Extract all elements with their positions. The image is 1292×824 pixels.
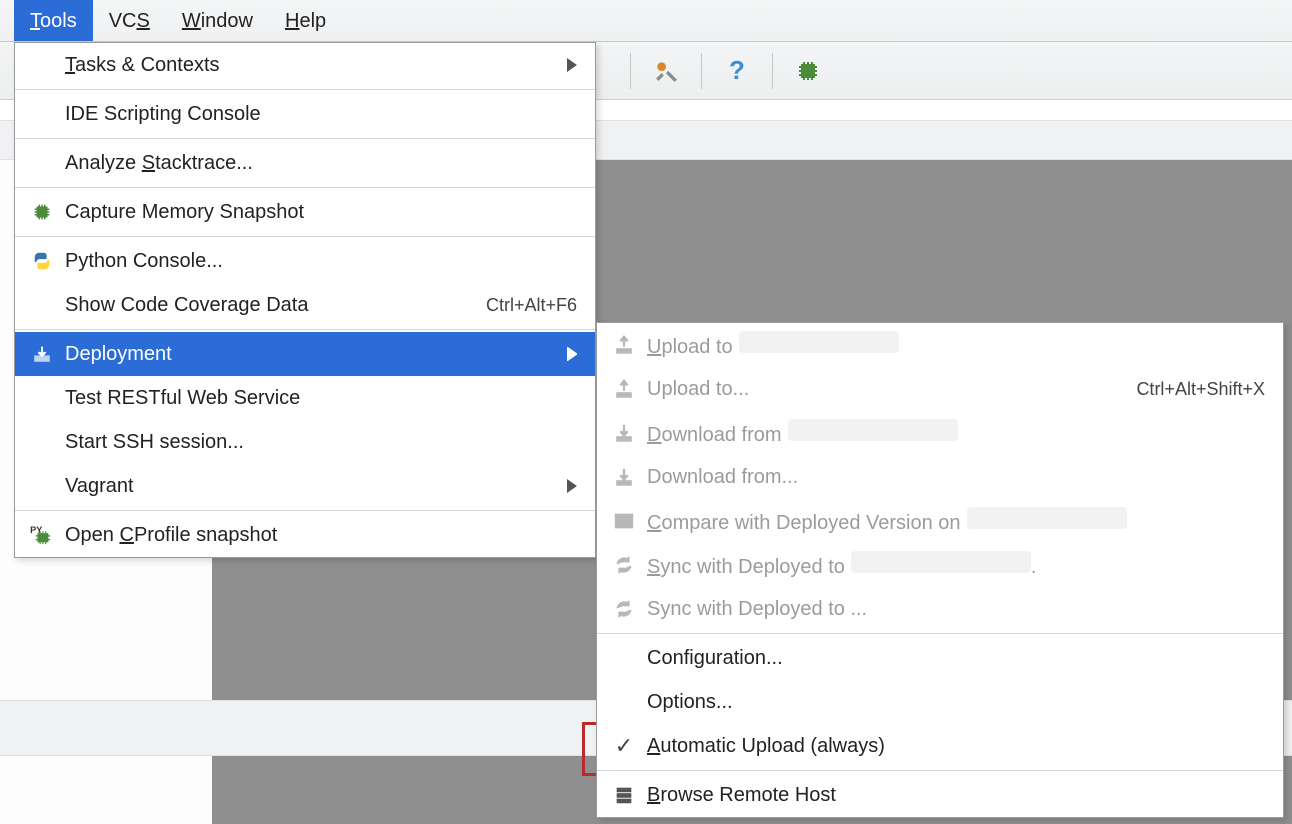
submenu-arrow-icon: [567, 479, 577, 493]
help-icon[interactable]: ?: [720, 54, 754, 88]
menu-download-from-default[interactable]: Download from: [597, 411, 1283, 455]
toolbar-separator: [701, 53, 702, 89]
download-icon: [607, 422, 641, 444]
svg-text:?: ?: [729, 57, 745, 85]
deployment-icon: [25, 343, 59, 365]
menu-separator: [15, 187, 595, 188]
submenu-arrow-icon: [567, 58, 577, 72]
menu-upload-to[interactable]: Upload to... Ctrl+Alt+Shift+X: [597, 367, 1283, 411]
menu-separator: [597, 770, 1283, 771]
menu-separator: [15, 329, 595, 330]
menu-separator: [597, 633, 1283, 634]
menubar-help[interactable]: Help: [269, 0, 342, 41]
deployment-submenu: Upload to Upload to... Ctrl+Alt+Shift+X …: [596, 322, 1284, 818]
menu-label: Capture Memory Snapshot: [65, 201, 577, 224]
menu-label: Sync with Deployed to ...: [647, 598, 1265, 621]
menu-tasks-contexts[interactable]: Tasks & Contexts: [15, 43, 595, 87]
toolbar-separator: [630, 53, 631, 89]
upload-icon: [607, 334, 641, 356]
menu-label: Deployment: [65, 343, 553, 366]
toolbar-separator: [772, 53, 773, 89]
menu-sync-deployed[interactable]: Sync with Deployed to ...: [597, 587, 1283, 631]
py-chip-icon: PY: [25, 524, 59, 546]
upload-icon: [607, 378, 641, 400]
redacted-server-name: [967, 507, 1127, 529]
python-icon: [25, 250, 59, 272]
menu-start-ssh[interactable]: Start SSH session...: [15, 420, 595, 464]
menu-ide-scripting[interactable]: IDE Scripting Console: [15, 92, 595, 136]
menu-label: IDE Scripting Console: [65, 103, 577, 126]
menu-separator: [15, 236, 595, 237]
menu-vagrant[interactable]: Vagrant: [15, 464, 595, 508]
redacted-server-name: [739, 331, 899, 353]
menu-configuration[interactable]: Configuration...: [597, 636, 1283, 680]
sync-icon: [607, 554, 641, 576]
menu-analyze-stacktrace[interactable]: Analyze Stacktrace...: [15, 141, 595, 185]
settings-icon[interactable]: [649, 54, 683, 88]
menu-label: Download from...: [647, 466, 1265, 489]
menu-shortcut: Ctrl+Alt+Shift+X: [1136, 379, 1265, 400]
menu-automatic-upload[interactable]: ✓ Automatic Upload (always): [597, 724, 1283, 768]
menu-label: Upload to...: [647, 378, 1136, 401]
menubar-tools[interactable]: Tools: [14, 0, 93, 41]
tools-menu: Tasks & Contexts IDE Scripting Console A…: [14, 42, 596, 558]
menu-compare-deployed[interactable]: Compare with Deployed Version on: [597, 499, 1283, 543]
chip-icon[interactable]: [791, 54, 825, 88]
menu-label: Vagrant: [65, 475, 553, 498]
menu-label: Show Code Coverage Data: [65, 294, 486, 317]
menu-label: Configuration...: [647, 647, 1265, 670]
menu-separator: [15, 138, 595, 139]
menubar-tools-label: ools: [40, 10, 77, 32]
menu-python-console[interactable]: Python Console...: [15, 239, 595, 283]
menu-separator: [15, 510, 595, 511]
menu-show-coverage[interactable]: Show Code Coverage Data Ctrl+Alt+F6: [15, 283, 595, 327]
menu-separator: [15, 89, 595, 90]
menu-label: Python Console...: [65, 250, 577, 273]
menu-deployment[interactable]: Deployment: [15, 332, 595, 376]
compare-icon: [607, 510, 641, 532]
menu-browse-remote-host[interactable]: Browse Remote Host: [597, 773, 1283, 817]
menu-open-cprofile[interactable]: PY Open CProfile snapshot: [15, 513, 595, 557]
chip-icon: [25, 201, 59, 223]
redacted-server-name: [788, 419, 958, 441]
redacted-server-name: [851, 551, 1031, 573]
server-icon: [607, 784, 641, 806]
menu-sync-deployed-default[interactable]: Sync with Deployed to.: [597, 543, 1283, 587]
check-icon: ✓: [607, 733, 641, 759]
submenu-arrow-icon: [567, 347, 577, 361]
menu-upload-to-default[interactable]: Upload to: [597, 323, 1283, 367]
menu-capture-memory[interactable]: Capture Memory Snapshot: [15, 190, 595, 234]
menu-label: Start SSH session...: [65, 431, 577, 454]
menubar-window[interactable]: Window: [166, 0, 269, 41]
menu-test-restful[interactable]: Test RESTful Web Service: [15, 376, 595, 420]
menu-options[interactable]: Options...: [597, 680, 1283, 724]
download-icon: [607, 466, 641, 488]
menu-download-from[interactable]: Download from...: [597, 455, 1283, 499]
menu-label: Options...: [647, 691, 1265, 714]
menu-label: Test RESTful Web Service: [65, 387, 577, 410]
menu-shortcut: Ctrl+Alt+F6: [486, 295, 577, 316]
sync-icon: [607, 598, 641, 620]
menubar-vcs[interactable]: VCS: [93, 0, 166, 41]
menubar: Tools VCS Window Help: [0, 0, 1292, 42]
